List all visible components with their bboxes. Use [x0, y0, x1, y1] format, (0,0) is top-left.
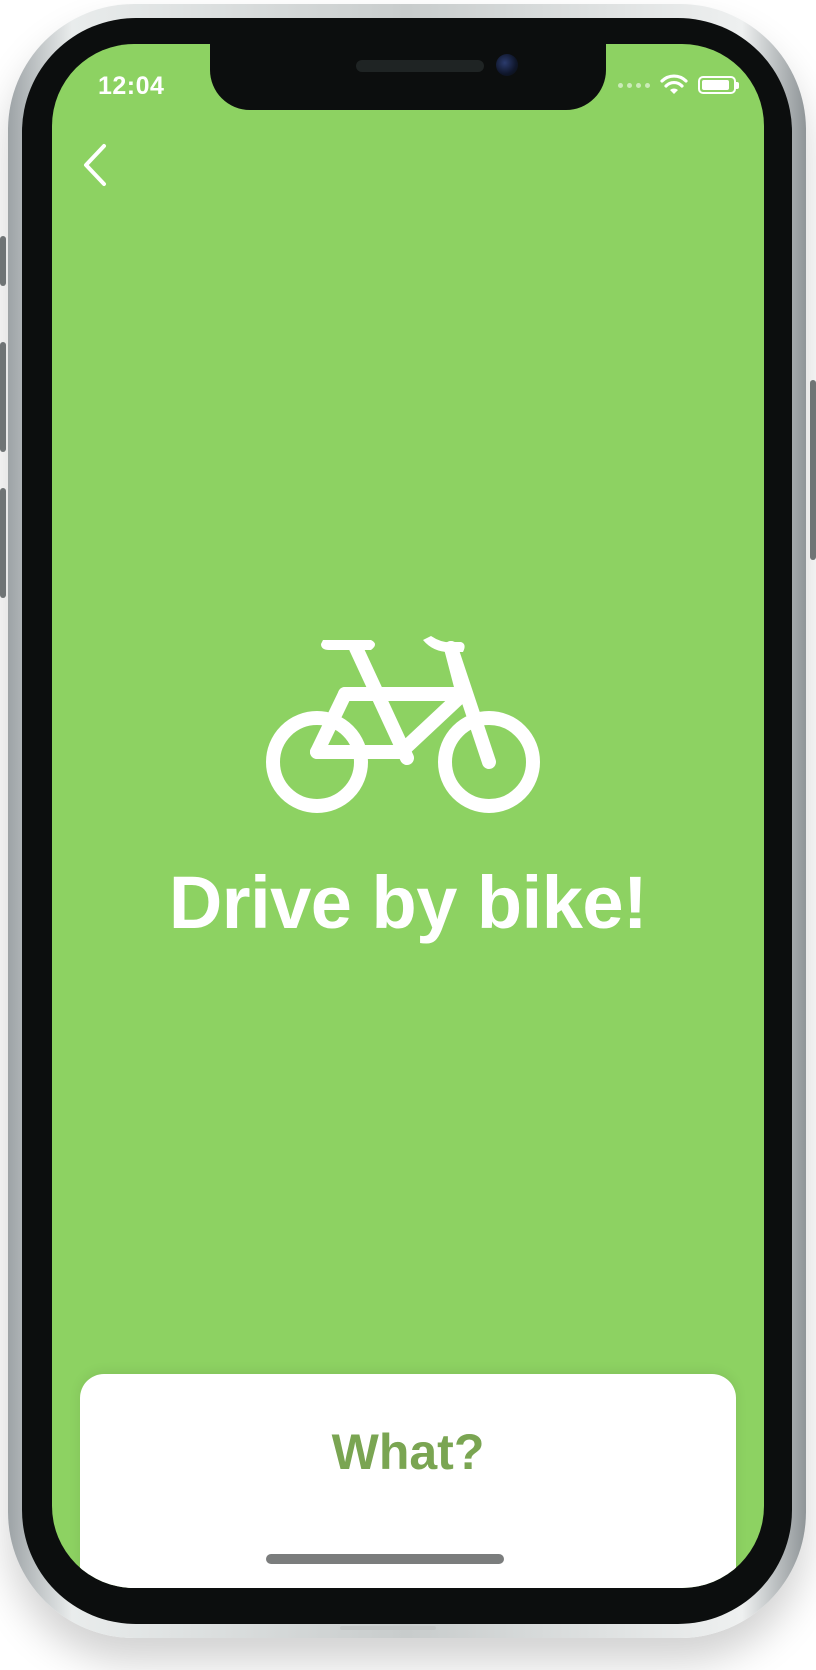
back-button[interactable] — [70, 140, 120, 190]
home-indicator[interactable] — [266, 1554, 504, 1564]
app-screen: 12:04 Drive by bike! What? — [52, 44, 764, 1588]
cellular-signal-icon — [618, 82, 650, 88]
status-time: 12:04 — [98, 72, 165, 100]
volume-up-button — [0, 342, 6, 452]
what-button[interactable]: What? — [80, 1414, 736, 1490]
device-bottom-edge — [340, 1626, 436, 1630]
earpiece-speaker — [356, 60, 484, 72]
silent-switch — [0, 236, 6, 286]
hero-section: Drive by bike! — [52, 634, 764, 945]
power-button — [810, 380, 816, 560]
front-camera — [496, 54, 518, 76]
battery-icon — [698, 76, 739, 94]
notch — [210, 44, 606, 110]
bicycle-icon — [266, 636, 540, 813]
volume-down-button — [0, 488, 6, 598]
device-mockup: 12:04 Drive by bike! What? — [0, 0, 816, 1670]
chevron-left-icon — [84, 144, 106, 186]
wifi-icon — [660, 74, 688, 94]
battery-level — [702, 80, 729, 90]
hero-title: Drive by bike! — [168, 861, 648, 944]
status-indicators — [618, 74, 739, 96]
